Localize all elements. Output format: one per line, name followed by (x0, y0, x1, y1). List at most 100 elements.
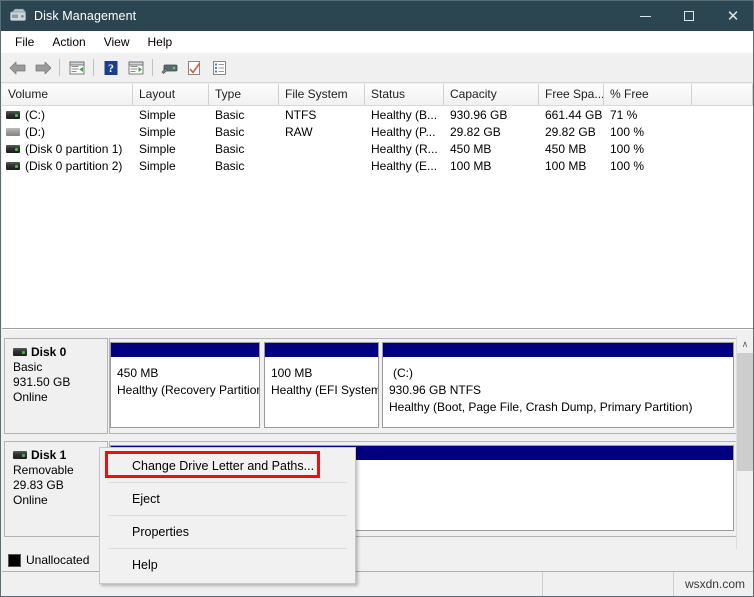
cell-status: Healthy (B... (371, 107, 438, 122)
menu-help[interactable]: Help (140, 33, 181, 51)
column-header-free-spa[interactable]: Free Spa... (539, 84, 604, 105)
show-hide-console-tree-icon[interactable] (123, 56, 148, 80)
volume-list: Volume Layout Type File System Status Capacit… (2, 84, 753, 329)
volume-list-header: Volume Layout Type File System Status Capacit… (2, 84, 753, 106)
disk-size: 29.83 GB (13, 478, 64, 492)
maximize-icon (684, 11, 694, 21)
cell-file-system: RAW (285, 124, 313, 139)
disk-name: Disk 0 (31, 345, 67, 359)
legend-label: Unallocated (26, 553, 90, 567)
scrollbar-thumb[interactable] (737, 353, 753, 471)
drive-icon-active (13, 348, 27, 356)
column-header-capacity[interactable]: Capacity (444, 84, 539, 105)
partition-efi[interactable]: 100 MB Healthy (EFI System (264, 342, 379, 428)
svg-text:?: ? (108, 61, 114, 75)
partition-label: (C:) (393, 366, 413, 380)
disk-name: Disk 1 (31, 448, 67, 462)
cell-volume-label: (Disk 0 partition 1) (25, 141, 123, 156)
cell-type: Basic (215, 107, 245, 122)
drive-icon-inactive (6, 127, 20, 136)
table-row[interactable]: (D:) Simple Basic RAW Healthy (P... 29.82 GB 2… (2, 123, 753, 140)
cell-status: Healthy (E... (371, 158, 438, 173)
window-controls: ✕ (623, 1, 753, 31)
context-menu-item-change-drive-letter-and-paths[interactable]: Change Drive Letter and Paths... (100, 450, 355, 482)
partition-size: 930.96 GB NTFS (389, 383, 482, 397)
table-row[interactable]: (Disk 0 partition 1) Simple Basic Healthy (… (2, 140, 753, 157)
drive-icon-active (6, 110, 20, 119)
disk-info-panel[interactable]: Disk 1 Removable 29.83 GB Online (4, 441, 108, 537)
legend-swatch (8, 553, 21, 567)
cell-capacity: 450 MB (450, 141, 492, 156)
partition-status: Healthy (EFI System (271, 383, 378, 397)
cell-type: Basic (215, 124, 245, 139)
cell-file-system: NTFS (285, 107, 317, 122)
partition-recovery[interactable]: 450 MB Healthy (Recovery Partition (110, 342, 260, 428)
cell-type: Basic (215, 141, 245, 156)
cell-layout: Simple (139, 158, 176, 173)
disk-type: Removable (13, 463, 74, 477)
up-one-level-icon[interactable] (64, 56, 89, 80)
help-icon[interactable]: ? (98, 56, 123, 80)
scroll-up-icon[interactable]: ∧ (737, 336, 753, 353)
disk-drive-icon (9, 7, 27, 25)
partition-area: 450 MB Healthy (Recovery Partition 100 MB H… (109, 338, 737, 434)
graphical-view-scrollbar[interactable]: ∧ ∨ (736, 336, 753, 571)
menu-view[interactable]: View (96, 33, 138, 51)
close-button[interactable]: ✕ (711, 1, 753, 31)
minimize-icon (639, 15, 651, 17)
back-arrow-icon[interactable] (5, 56, 30, 80)
scrollbar-track[interactable] (737, 353, 753, 554)
table-row[interactable]: (Disk 0 partition 2) Simple Basic Healthy (… (2, 157, 753, 174)
cell-capacity: 29.82 GB (450, 124, 501, 139)
partition-details: (C:) 930.96 GB NTFS Healthy (Boot, Page Fi… (383, 358, 733, 416)
disk-row-0[interactable]: Disk 0 Basic 931.50 GB Online 450 MB Healthy … (2, 336, 737, 436)
menu-file[interactable]: File (7, 33, 42, 51)
drive-icon-active (13, 451, 27, 459)
legend-item: Unallocated (8, 553, 89, 567)
cell-layout: Simple (139, 124, 176, 139)
toolbar-separator (152, 59, 153, 76)
cell-percent-free: 100 % (610, 141, 645, 156)
maximize-button[interactable] (667, 1, 711, 31)
partition-color-bar (265, 343, 378, 358)
drive-icon-active (6, 144, 20, 153)
cell-capacity: 100 MB (450, 158, 492, 173)
disk-title: Disk 1 (13, 448, 107, 462)
context-menu-item-eject[interactable]: Eject (100, 483, 355, 515)
cell-capacity: 930.96 GB (450, 107, 508, 122)
minimize-button[interactable] (623, 1, 667, 31)
properties-icon[interactable] (157, 56, 182, 80)
cell-volume-label: (D:) (25, 124, 45, 139)
cell-layout: Simple (139, 107, 176, 122)
partition-size: 100 MB (271, 366, 313, 380)
forward-arrow-icon[interactable] (30, 56, 55, 80)
disk-type: Basic (13, 360, 43, 374)
partition-c[interactable]: (C:) 930.96 GB NTFS Healthy (Boot, Page Fi… (382, 342, 734, 428)
menu-bar: File Action View Help (1, 31, 753, 53)
menu-action[interactable]: Action (44, 33, 93, 51)
column-header-file-system[interactable]: File System (279, 84, 365, 105)
rescan-disks-icon[interactable] (182, 56, 207, 80)
disk-title: Disk 0 (13, 345, 107, 359)
table-row[interactable]: (C:) Simple Basic NTFS Healthy (B... 930.96 G… (2, 106, 753, 123)
cell-volume: (Disk 0 partition 1) (2, 142, 133, 156)
context-menu-item-properties[interactable]: Properties (100, 516, 355, 548)
disk-state: Online (13, 493, 48, 507)
watermark: wsxdn.com (684, 577, 745, 591)
cell-layout: Simple (139, 141, 176, 156)
column-header-status[interactable]: Status (365, 84, 444, 105)
column-header-blank[interactable] (692, 84, 753, 105)
list-view-icon[interactable] (207, 56, 232, 80)
column-header-volume[interactable]: Volume (2, 84, 133, 105)
partition-details: 100 MB Healthy (EFI System (265, 358, 378, 399)
cell-free-space: 100 MB (545, 158, 587, 173)
cell-volume-label: (C:) (25, 107, 45, 122)
cell-percent-free: 71 % (610, 107, 638, 122)
disk-info-panel[interactable]: Disk 0 Basic 931.50 GB Online (4, 338, 108, 434)
cell-free-space: 450 MB (545, 141, 587, 156)
cell-free-space: 29.82 GB (545, 124, 596, 139)
context-menu-item-help[interactable]: Help (100, 549, 355, 581)
column-header--free[interactable]: % Free (604, 84, 692, 105)
column-header-layout[interactable]: Layout (133, 84, 209, 105)
column-header-type[interactable]: Type (209, 84, 279, 105)
